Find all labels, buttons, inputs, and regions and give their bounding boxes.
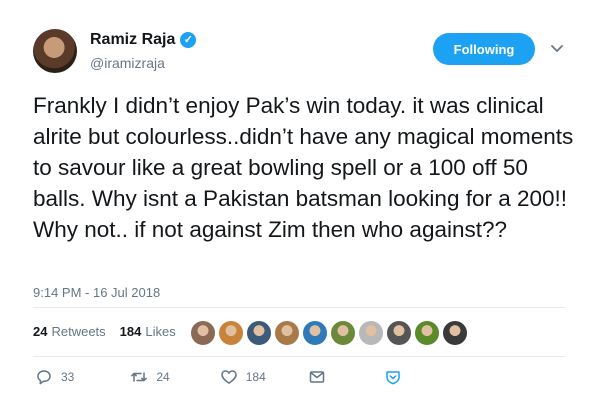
divider xyxy=(33,356,566,357)
liker-avatar[interactable] xyxy=(246,320,272,346)
like-count: 184 xyxy=(245,370,266,384)
retweet-count: 24 xyxy=(156,370,170,384)
like-action[interactable]: 184 xyxy=(220,368,266,386)
divider xyxy=(33,307,566,308)
reply-count: 33 xyxy=(61,370,75,384)
verified-badge-icon: ✓ xyxy=(180,32,197,48)
liker-avatars xyxy=(190,320,470,346)
liker-avatar[interactable] xyxy=(386,320,412,346)
save-action[interactable] xyxy=(384,368,402,386)
envelope-icon xyxy=(308,368,326,386)
reply-action[interactable]: 33 xyxy=(35,368,74,386)
shield-chevron-icon xyxy=(384,368,402,386)
retweets-count: 24 xyxy=(33,324,48,339)
likes-stat[interactable]: 184 Likes xyxy=(120,324,176,339)
direct-message-action[interactable] xyxy=(308,368,326,386)
likes-label: Likes xyxy=(145,324,176,339)
tweet-stats: 24 Retweets 184 Likes xyxy=(33,324,190,339)
retweets-stat[interactable]: 24 Retweets xyxy=(33,324,106,339)
tweet-text: Frankly I didn’t enjoy Pak’s win today. … xyxy=(33,93,574,242)
author-name-row: Ramiz Raja ✓ xyxy=(90,31,197,49)
likes-count: 184 xyxy=(119,324,142,339)
liker-avatar[interactable] xyxy=(302,320,328,346)
tweet-timestamp[interactable]: 9:14 PM - 16 Jul 2018 xyxy=(33,285,160,300)
liker-avatar[interactable] xyxy=(442,320,468,346)
reply-icon xyxy=(35,368,53,386)
heart-icon xyxy=(220,368,238,386)
liker-avatar[interactable] xyxy=(414,320,440,346)
retweet-action[interactable]: 24 xyxy=(130,368,170,386)
retweet-icon xyxy=(130,368,148,386)
liker-avatar[interactable] xyxy=(358,320,384,346)
liker-avatar[interactable] xyxy=(218,320,244,346)
author-avatar[interactable] xyxy=(33,29,77,73)
chevron-down-icon[interactable] xyxy=(548,39,566,57)
tweet-actions: 33 24 184 xyxy=(35,368,402,386)
liker-avatar[interactable] xyxy=(274,320,300,346)
liker-avatar[interactable] xyxy=(190,320,216,346)
following-button[interactable]: Following xyxy=(433,33,535,65)
author-handle[interactable]: @iramizraja xyxy=(90,55,165,71)
author-name[interactable]: Ramiz Raja xyxy=(90,31,175,49)
retweets-label: Retweets xyxy=(51,324,106,339)
liker-avatar[interactable] xyxy=(330,320,356,346)
